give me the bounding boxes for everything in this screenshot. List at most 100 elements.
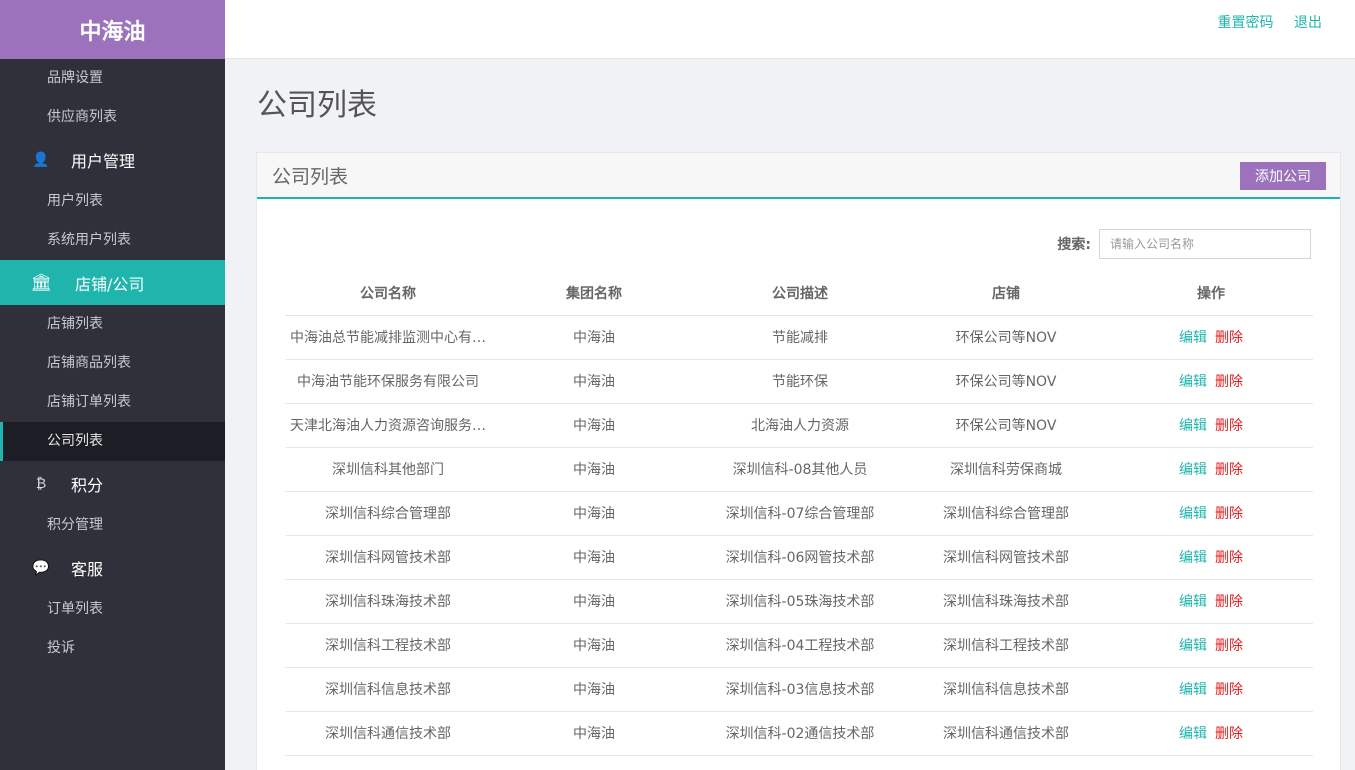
chat-icon: 💬	[32, 559, 50, 576]
header-links: 重置密码 退出	[1202, 12, 1322, 32]
sidebar-item-store-order-list[interactable]: 店铺订单列表	[0, 383, 225, 422]
table-row: 深圳信科信息技术部 中海油 深圳信科-03信息技术部 深圳信科信息技术部 编辑 删除	[285, 667, 1313, 712]
sidebar-item-company-list[interactable]: 公司列表	[0, 422, 225, 461]
cell-group-name: 中海油	[491, 359, 697, 404]
cell-actions: 编辑 删除	[1109, 403, 1313, 448]
delete-link[interactable]: 删除	[1215, 550, 1243, 566]
sidebar-item-label: 积分	[71, 475, 104, 495]
table-row: 深圳信科通信技术部 中海油 深圳信科-02通信技术部 深圳信科通信技术部 编辑 删除	[285, 711, 1313, 756]
delete-link[interactable]: 删除	[1215, 506, 1243, 522]
sidebar-item-points-management[interactable]: 积分管理	[0, 506, 225, 545]
delete-link[interactable]: 删除	[1215, 726, 1243, 742]
sidebar-item-label: 公司列表	[47, 433, 103, 449]
cell-company-name: 深圳信科综合管理部	[285, 491, 491, 536]
delete-link[interactable]: 删除	[1215, 418, 1243, 434]
cell-store: 环保公司等NOV	[903, 403, 1109, 448]
delete-link[interactable]: 删除	[1215, 462, 1243, 478]
column-store: 店铺	[903, 271, 1109, 316]
sidebar-item-label: 店铺订单列表	[47, 394, 131, 410]
sidebar-item-store-list[interactable]: 店铺列表	[0, 305, 225, 344]
sidebar-item-complaints[interactable]: 投诉	[0, 629, 225, 668]
table-row: 深圳信科其他部门 中海油 深圳信科-08其他人员 深圳信科劳保商城 编辑 删除	[285, 447, 1313, 492]
top-header: 重置密码 退出	[225, 0, 1355, 59]
company-list-panel: 公司列表 添加公司 搜索: 公司名称集团名称公司描述店铺操作 中海油总节能减排监…	[256, 152, 1341, 770]
edit-link[interactable]: 编辑	[1179, 330, 1207, 346]
cell-store: 深圳信科信息技术部	[903, 667, 1109, 712]
cell-company-name: 深圳信科网管技术部	[285, 535, 491, 580]
table-row: 中海油节能环保服务有限公司 中海油 节能环保 环保公司等NOV 编辑 删除	[285, 359, 1313, 404]
edit-link[interactable]: 编辑	[1179, 418, 1207, 434]
panel-title: 公司列表	[272, 166, 349, 188]
cell-company-name: 深圳信科通信技术部	[285, 711, 491, 756]
cell-company-desc: 深圳信科-07综合管理部	[697, 491, 903, 536]
edit-link[interactable]: 编辑	[1179, 462, 1207, 478]
cell-company-desc: 节能减排	[697, 315, 903, 360]
add-company-button[interactable]: 添加公司	[1240, 162, 1326, 190]
delete-link[interactable]: 删除	[1215, 330, 1243, 346]
edit-link[interactable]: 编辑	[1179, 638, 1207, 654]
cell-company-desc: 深圳信科-04工程技术部	[697, 623, 903, 668]
sidebar-item-order-list[interactable]: 订单列表	[0, 590, 225, 629]
sidebar-item-label: 系统用户列表	[47, 232, 131, 248]
cell-store: 深圳信科综合管理部	[903, 491, 1109, 536]
column-company-desc: 公司描述	[697, 271, 903, 316]
sidebar-menu: 品牌设置供应商列表 👤 用户管理 用户列表系统用户列表 🏛 店铺/公司店铺列表店铺商品列表…	[0, 59, 225, 668]
sidebar-item-label: 客服	[71, 559, 104, 579]
search-input[interactable]	[1099, 229, 1311, 259]
edit-link[interactable]: 编辑	[1179, 550, 1207, 566]
cell-company-name: 深圳信科珠海技术部	[285, 579, 491, 624]
cell-actions: 编辑 删除	[1109, 359, 1313, 404]
cell-company-desc: 深圳信科-02通信技术部	[697, 711, 903, 756]
cell-store: 深圳信科工程技术部	[903, 623, 1109, 668]
brand-logo: 中海油	[0, 0, 225, 59]
cell-company-desc: 深圳信科-05珠海技术部	[697, 579, 903, 624]
cell-actions: 编辑 删除	[1109, 711, 1313, 756]
cell-group-name: 中海油	[491, 667, 697, 712]
cell-company-desc: 深圳信科-06网管技术部	[697, 535, 903, 580]
bank-icon: 🏛	[30, 272, 52, 293]
cell-store: 深圳信科网管技术部	[903, 535, 1109, 580]
edit-link[interactable]: 编辑	[1179, 594, 1207, 610]
table-header-row: 公司名称 集团名称 公司描述 店铺 操作	[285, 271, 1313, 316]
cell-group-name: 中海油	[491, 403, 697, 448]
sidebar-item-user-list[interactable]: 用户列表	[0, 182, 225, 221]
cell-actions: 编辑 删除	[1109, 667, 1313, 712]
sidebar-group-store-company[interactable]: 🏛 店铺/公司	[0, 260, 225, 305]
cell-group-name: 中海油	[491, 491, 697, 536]
sidebar-item-brand-settings[interactable]: 品牌设置	[0, 59, 225, 98]
cell-company-desc: 深圳信科-08其他人员	[697, 447, 903, 492]
sidebar-item-label: 订单列表	[47, 601, 103, 617]
edit-link[interactable]: 编辑	[1179, 682, 1207, 698]
sidebar-item-label: 店铺列表	[47, 316, 103, 332]
sidebar-item-label: 投诉	[47, 640, 75, 656]
table-row: 深圳信科工程技术部 中海油 深圳信科-04工程技术部 深圳信科工程技术部 编辑 删除	[285, 623, 1313, 668]
sidebar-item-label: 供应商列表	[47, 109, 117, 125]
delete-link[interactable]: 删除	[1215, 638, 1243, 654]
delete-link[interactable]: 删除	[1215, 682, 1243, 698]
logout-link[interactable]: 退出	[1294, 15, 1322, 31]
sidebar-group-user-management[interactable]: 👤 用户管理	[0, 137, 225, 182]
delete-link[interactable]: 删除	[1215, 374, 1243, 390]
edit-link[interactable]: 编辑	[1179, 726, 1207, 742]
table-row: 深圳信科网管技术部 中海油 深圳信科-06网管技术部 深圳信科网管技术部 编辑 删除	[285, 535, 1313, 580]
cell-group-name: 中海油	[491, 535, 697, 580]
cell-group-name: 中海油	[491, 315, 697, 360]
sidebar-group-customer-service[interactable]: 💬 客服	[0, 545, 225, 590]
edit-link[interactable]: 编辑	[1179, 506, 1207, 522]
sidebar: 中海油 品牌设置供应商列表 👤 用户管理 用户列表系统用户列表 🏛 店铺/公司店铺列表店铺…	[0, 0, 225, 770]
edit-link[interactable]: 编辑	[1179, 374, 1207, 390]
sidebar-item-supplier-list[interactable]: 供应商列表	[0, 98, 225, 137]
cell-store: 深圳信科通信技术部	[903, 711, 1109, 756]
cell-company-desc: 北海油人力资源	[697, 403, 903, 448]
cell-group-name: 中海油	[491, 711, 697, 756]
delete-link[interactable]: 删除	[1215, 594, 1243, 610]
reset-password-link[interactable]: 重置密码	[1218, 15, 1274, 31]
column-actions: 操作	[1109, 271, 1313, 316]
cell-company-name: 天津北海油人力资源咨询服务…	[285, 403, 491, 448]
table-body: 中海油总节能减排监测中心有… 中海油 节能减排 环保公司等NOV 编辑 删除 中海油节能环保…	[285, 315, 1313, 756]
sidebar-group-points[interactable]: ₿ 积分	[0, 461, 225, 506]
cell-actions: 编辑 删除	[1109, 579, 1313, 624]
sidebar-item-system-user-list[interactable]: 系统用户列表	[0, 221, 225, 260]
sidebar-item-store-product-list[interactable]: 店铺商品列表	[0, 344, 225, 383]
cell-actions: 编辑 删除	[1109, 491, 1313, 536]
